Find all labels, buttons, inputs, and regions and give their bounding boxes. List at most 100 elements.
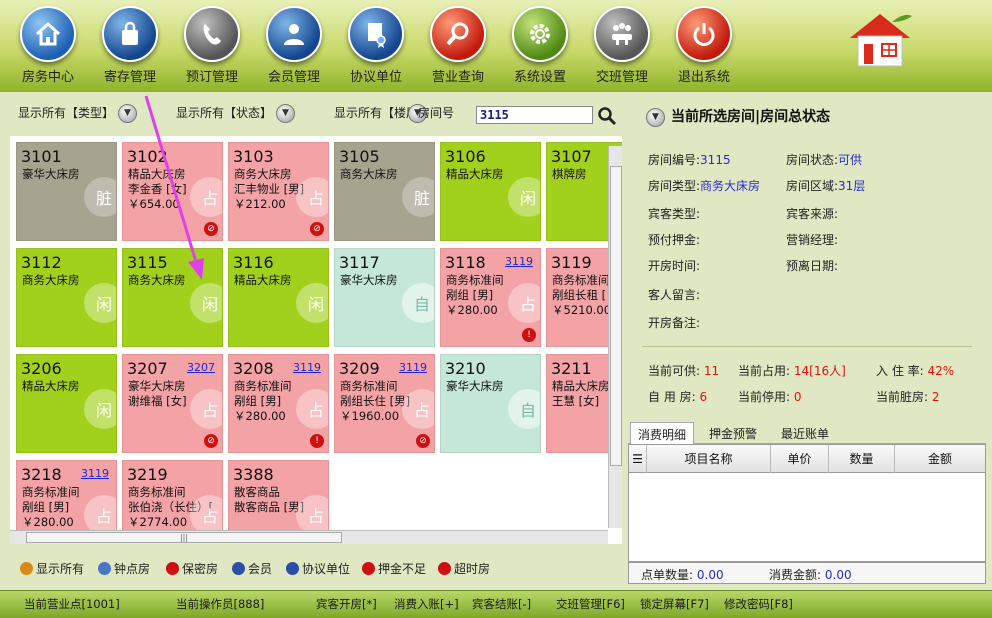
chevron-down-icon: ▼ (646, 107, 665, 127)
room-alert-icon: ⊘ (310, 222, 324, 236)
linked-room-link[interactable]: 3119 (399, 361, 427, 374)
room-status-field: 房间状态:可供 (786, 153, 863, 167)
room-tile[interactable]: 3103 商务大床房 汇丰物业 [男] ￥212.00 占 ⊘ (228, 142, 329, 241)
scrollbar-thumb[interactable] (610, 166, 622, 466)
status-filter-dropdown[interactable]: 显示所有【状态】 ▼ (176, 104, 296, 123)
status-bar: 当前营业点[1001] 当前操作员[888] 宾客开房[*] 消费入账[+] 宾… (0, 590, 992, 618)
legend-overtime[interactable]: 超时房 (438, 560, 490, 577)
member-icon (232, 562, 245, 575)
room-tile[interactable]: 3118 3119 商务标准间 剐组 [男] ￥280.00 占! (440, 248, 541, 347)
room-tile[interactable]: 3112 商务大床房闲 (16, 248, 117, 347)
legend-label: 显示所有 (36, 562, 85, 576)
room-tile[interactable]: 3207 3207 豪华大床房 谢维福 [女] 占 ⊘ (122, 354, 223, 453)
open-time-field: 开房时间: (648, 259, 701, 273)
room-info: 商务大床房 (128, 273, 186, 288)
room-info: 精品大床房 (22, 379, 80, 394)
column-header[interactable]: 单价 (771, 445, 829, 473)
horizontal-scrollbar[interactable]: ||| (10, 530, 608, 544)
floor-filter-dropdown[interactable]: 显示所有【楼层】▼ (334, 104, 430, 123)
linked-room-link[interactable]: 3119 (81, 467, 109, 480)
room-info: 豪华大床房 (446, 379, 504, 394)
stat-available: 当前可供: 11 (648, 364, 720, 378)
toolbar-button-business-query[interactable]: 营业查询 (418, 6, 498, 90)
type-filter-dropdown[interactable]: 显示所有【类型】 ▼ (18, 104, 138, 123)
status-filter-label: 显示所有【状态】 (176, 106, 273, 120)
shortcut-check-in[interactable]: 宾客开房[*] (316, 596, 377, 612)
toolbar-label: 预订管理 (185, 70, 238, 85)
room-tile[interactable]: 3206 精品大床房闲 (16, 354, 117, 453)
guest-name: 剐组长住 [男] (340, 394, 411, 408)
toolbar-button-agreement-unit[interactable]: 协议单位 (336, 6, 416, 90)
vertical-scrollbar[interactable] (608, 146, 622, 528)
table-header: ☰ 项目名称 单价 数量 金额 (629, 445, 985, 473)
room-type: 散客商品 (234, 485, 280, 499)
legend-low-deposit[interactable]: 押金不足 (362, 560, 426, 577)
room-tile[interactable]: 3115 商务大床房闲 (122, 248, 223, 347)
room-price: ￥280.00 (234, 409, 286, 423)
shortcut-checkout[interactable]: 宾客结账[-] (472, 596, 531, 612)
room-number: 3119 (551, 253, 592, 272)
room-tile[interactable]: 3210 豪华大床房自 (440, 354, 541, 453)
legend-show-all[interactable]: 显示所有 (20, 560, 84, 577)
shortcut-consumption-entry[interactable]: 消费入账[+] (394, 596, 459, 612)
room-tile[interactable]: 3209 3119 商务标准间 剐组长住 [男] ￥1960.00 占 ⊘ (334, 354, 435, 453)
legend-hourly-room[interactable]: 钟点房 (98, 560, 150, 577)
column-header[interactable]: 数量 (829, 445, 895, 473)
room-search-input[interactable] (476, 106, 593, 124)
room-tile[interactable]: 3208 3119 商务标准间 剐组 [男] ￥280.00 占! (228, 354, 329, 453)
scrollbar-thumb[interactable]: ||| (26, 532, 342, 543)
room-type: 商务大床房 (128, 273, 186, 287)
shortcut-lock-screen[interactable]: 锁定屏幕[F7] (640, 596, 709, 612)
tab-recent-bills[interactable]: 最近账单 (774, 422, 836, 444)
toolbar-button-storage[interactable]: 寄存管理 (90, 6, 170, 90)
room-state-icon: 占 (296, 495, 328, 535)
room-state-icon: 闲 (508, 177, 540, 217)
shortcut-change-password[interactable]: 修改密码[F8] (724, 596, 793, 612)
power-icon (676, 6, 732, 62)
room-state-icon: 闲 (84, 389, 116, 429)
panel-header[interactable]: ▼ 当前所选房间|房间总状态 (646, 106, 830, 127)
room-state-icon: 占 (402, 389, 434, 429)
room-alert-icon: ! (522, 328, 536, 342)
room-number: 3103 (233, 147, 274, 166)
column-header[interactable]: 项目名称 (647, 445, 771, 473)
show-all-icon (20, 562, 33, 575)
toolbar-label: 协议单位 (349, 70, 402, 85)
column-header[interactable]: 金额 (895, 445, 985, 473)
toolbar-button-member[interactable]: 会员管理 (254, 6, 334, 90)
room-tile[interactable]: 3102 精品大床房 李金香 [女] ￥654.00 占 ⊘ (122, 142, 223, 241)
room-tile[interactable]: 3105 商务大床房脏 (334, 142, 435, 241)
tab-consumption-detail[interactable]: 消费明细 (630, 422, 695, 444)
legend-agreement-unit[interactable]: 协议单位 (286, 560, 350, 577)
room-number: 3112 (21, 253, 62, 272)
linked-room-link[interactable]: 3119 (293, 361, 321, 374)
room-tile[interactable]: 3117 豪华大床房自 (334, 248, 435, 347)
divider (642, 346, 972, 347)
toolbar-button-shift-management[interactable]: 交班管理 (582, 6, 662, 90)
legend-member[interactable]: 会员 (232, 560, 272, 577)
toolbar-button-room-center[interactable]: 房务中心 (8, 6, 88, 90)
room-tile[interactable]: 3106 精品大床房闲 (440, 142, 541, 241)
linked-room-link[interactable]: 3207 (187, 361, 215, 374)
search-icon[interactable] (597, 106, 617, 126)
toolbar-button-exit[interactable]: 退出系统 (664, 6, 744, 90)
room-type: 商务标准间 (552, 273, 610, 287)
room-type: 商务标准间 (22, 485, 80, 499)
consumption-summary: 点单数量: 0.00 消费金额: 0.00 (628, 562, 986, 584)
linked-room-link[interactable]: 3119 (505, 255, 533, 268)
room-info: 商务大床房 (340, 167, 398, 182)
toolbar-button-booking[interactable]: 预订管理 (172, 6, 252, 90)
room-info: 商务标准间 剐组 [男] ￥280.00 (446, 273, 504, 318)
shortcut-shift-management[interactable]: 交班管理[F6] (556, 596, 625, 612)
guest-message-field: 客人留言: (648, 288, 701, 302)
room-number: 3106 (445, 147, 486, 166)
room-alert-icon: ⊘ (204, 222, 218, 236)
type-filter-label: 显示所有【类型】 (18, 106, 115, 120)
tab-deposit-warning[interactable]: 押金预警 (702, 422, 764, 444)
room-tile[interactable]: 3116 精品大床房闲 (228, 248, 329, 347)
room-tile[interactable]: 3101 豪华大床房脏 (16, 142, 117, 241)
legend-private-room[interactable]: 保密房 (166, 560, 218, 577)
toolbar-button-system-settings[interactable]: 系统设置 (500, 6, 580, 90)
guest-type-field: 宾客类型: (648, 207, 701, 221)
room-price: ￥654.00 (128, 197, 180, 211)
